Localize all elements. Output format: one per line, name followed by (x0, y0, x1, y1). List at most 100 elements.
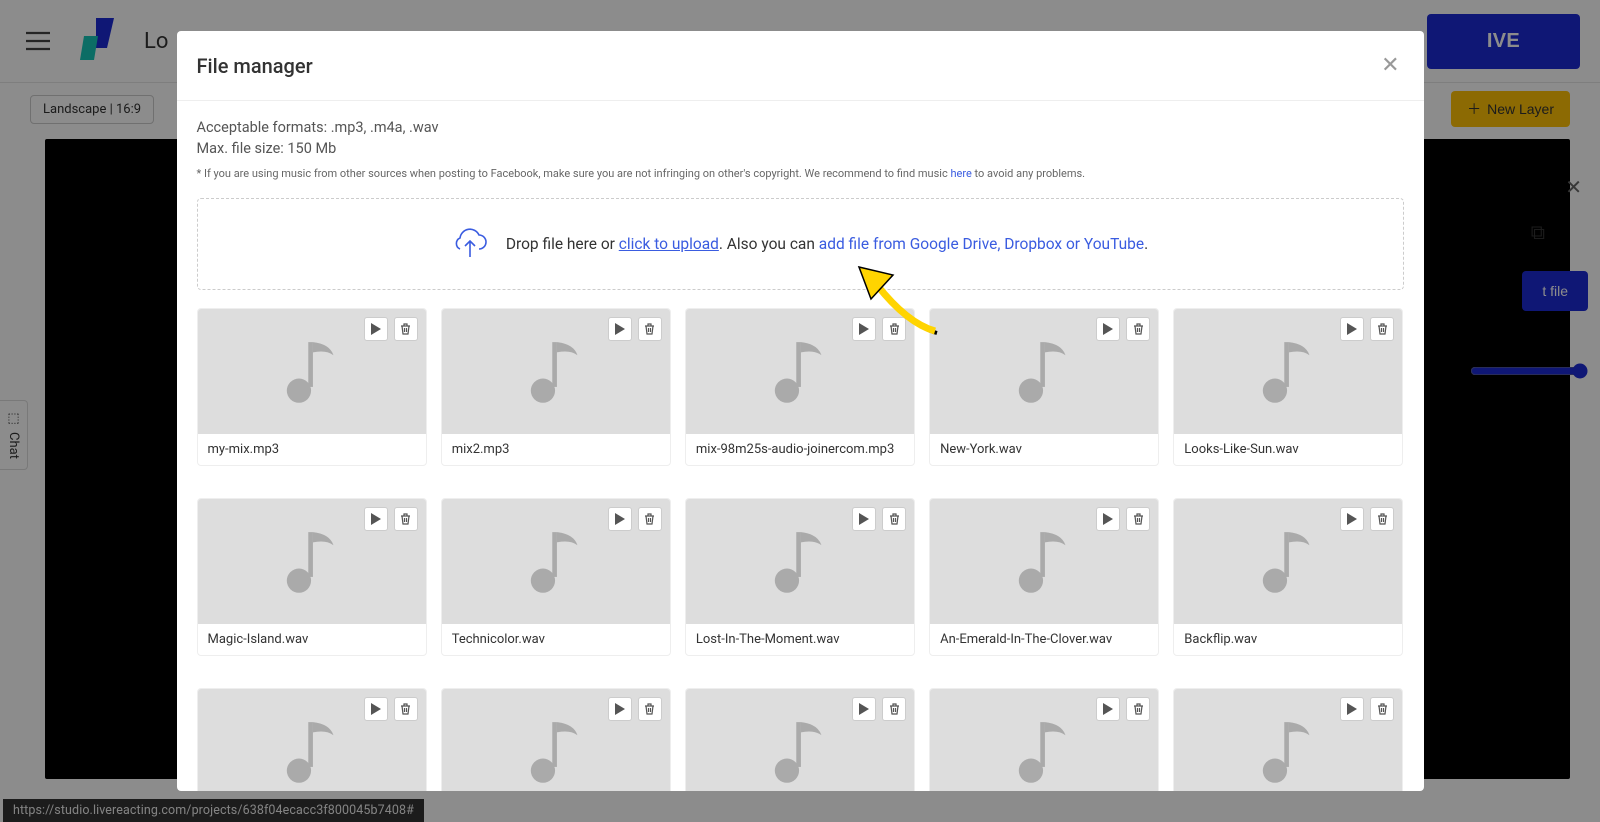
modal-header: File manager ✕ (177, 31, 1424, 101)
play-icon (615, 703, 625, 715)
file-thumbnail (930, 499, 1158, 624)
play-icon (1347, 703, 1357, 715)
file-card[interactable]: Technicolor.wav (441, 498, 671, 656)
delete-file-button[interactable] (882, 697, 906, 721)
file-card[interactable] (197, 688, 427, 791)
music-note-icon (1260, 527, 1316, 597)
file-card[interactable] (441, 688, 671, 791)
trash-icon (400, 513, 411, 525)
music-source-link[interactable]: here (950, 167, 971, 180)
trash-icon (1133, 513, 1144, 525)
play-file-button[interactable] (852, 697, 876, 721)
delete-file-button[interactable] (394, 317, 418, 341)
file-card[interactable] (1173, 688, 1403, 791)
file-card[interactable]: An-Emerald-In-The-Clover.wav (929, 498, 1159, 656)
delete-file-button[interactable] (882, 507, 906, 531)
trash-icon (644, 323, 655, 335)
click-to-upload-link[interactable]: click to upload (619, 235, 719, 253)
music-note-icon (528, 337, 584, 407)
play-icon (1347, 513, 1357, 525)
file-thumbnail (930, 689, 1158, 791)
delete-file-button[interactable] (638, 317, 662, 341)
upload-dropzone[interactable]: Drop file here or click to upload. Also … (197, 198, 1404, 290)
modal-title: File manager (197, 54, 313, 78)
play-file-button[interactable] (1340, 697, 1364, 721)
trash-icon (1133, 703, 1144, 715)
file-card[interactable]: Backflip.wav (1173, 498, 1403, 656)
file-name-label: mix-98m25s-audio-joinercom.mp3 (686, 434, 914, 465)
play-file-button[interactable] (364, 697, 388, 721)
play-file-button[interactable] (608, 507, 632, 531)
file-name-label: An-Emerald-In-The-Clover.wav (930, 624, 1158, 655)
music-note-icon (284, 337, 340, 407)
delete-file-button[interactable] (394, 697, 418, 721)
play-file-button[interactable] (852, 507, 876, 531)
acceptable-formats: Acceptable formats: .mp3, .m4a, .wav (197, 119, 1404, 136)
files-grid: my-mix.mp3 mix2.mp3 (197, 308, 1404, 791)
delete-file-button[interactable] (1126, 317, 1150, 341)
file-card[interactable] (685, 688, 915, 791)
file-name-label: my-mix.mp3 (198, 434, 426, 465)
play-file-button[interactable] (1096, 317, 1120, 341)
delete-file-button[interactable] (638, 507, 662, 531)
file-thumbnail (1174, 499, 1402, 624)
file-name-label: New-York.wav (930, 434, 1158, 465)
play-icon (615, 323, 625, 335)
music-note-icon (1260, 337, 1316, 407)
modal-body: Acceptable formats: .mp3, .m4a, .wav Max… (177, 101, 1424, 791)
file-card[interactable]: Magic-Island.wav (197, 498, 427, 656)
music-note-icon (1016, 717, 1072, 787)
file-card[interactable]: mix2.mp3 (441, 308, 671, 466)
file-name-label: Technicolor.wav (442, 624, 670, 655)
file-card[interactable]: Lost-In-The-Moment.wav (685, 498, 915, 656)
trash-icon (644, 703, 655, 715)
play-icon (615, 513, 625, 525)
play-file-button[interactable] (852, 317, 876, 341)
delete-file-button[interactable] (394, 507, 418, 531)
music-note-icon (528, 527, 584, 597)
play-icon (371, 323, 381, 335)
play-file-button[interactable] (364, 507, 388, 531)
play-file-button[interactable] (1096, 507, 1120, 531)
music-note-icon (772, 337, 828, 407)
delete-file-button[interactable] (1126, 507, 1150, 531)
play-icon (371, 513, 381, 525)
delete-file-button[interactable] (1370, 507, 1394, 531)
play-file-button[interactable] (608, 317, 632, 341)
trash-icon (1377, 323, 1388, 335)
play-file-button[interactable] (1340, 317, 1364, 341)
file-card[interactable]: mix-98m25s-audio-joinercom.mp3 (685, 308, 915, 466)
music-note-icon (1016, 337, 1072, 407)
file-card[interactable]: Looks-Like-Sun.wav (1173, 308, 1403, 466)
file-manager-modal: File manager ✕ Acceptable formats: .mp3,… (177, 31, 1424, 791)
play-icon (1103, 323, 1113, 335)
delete-file-button[interactable] (882, 317, 906, 341)
delete-file-button[interactable] (1126, 697, 1150, 721)
file-thumbnail (686, 499, 914, 624)
delete-file-button[interactable] (1370, 317, 1394, 341)
trash-icon (889, 703, 900, 715)
add-from-cloud-link[interactable]: add file from Google Drive, Dropbox or Y… (819, 235, 1144, 253)
play-file-button[interactable] (1340, 507, 1364, 531)
music-note-icon (284, 527, 340, 597)
modal-close-button[interactable]: ✕ (1377, 49, 1403, 82)
play-file-button[interactable] (1096, 697, 1120, 721)
close-icon: ✕ (1381, 53, 1399, 78)
file-card[interactable]: my-mix.mp3 (197, 308, 427, 466)
play-icon (1347, 323, 1357, 335)
play-icon (859, 513, 869, 525)
file-thumbnail (198, 689, 426, 791)
modal-overlay[interactable]: File manager ✕ Acceptable formats: .mp3,… (0, 0, 1600, 822)
trash-icon (400, 323, 411, 335)
file-thumbnail (930, 309, 1158, 434)
music-note-icon (1260, 717, 1316, 787)
play-icon (1103, 513, 1113, 525)
delete-file-button[interactable] (638, 697, 662, 721)
delete-file-button[interactable] (1370, 697, 1394, 721)
play-file-button[interactable] (364, 317, 388, 341)
play-file-button[interactable] (608, 697, 632, 721)
copyright-disclaimer: * If you are using music from other sour… (197, 167, 1404, 180)
max-file-size: Max. file size: 150 Mb (197, 140, 1404, 157)
file-card[interactable]: New-York.wav (929, 308, 1159, 466)
file-card[interactable] (929, 688, 1159, 791)
